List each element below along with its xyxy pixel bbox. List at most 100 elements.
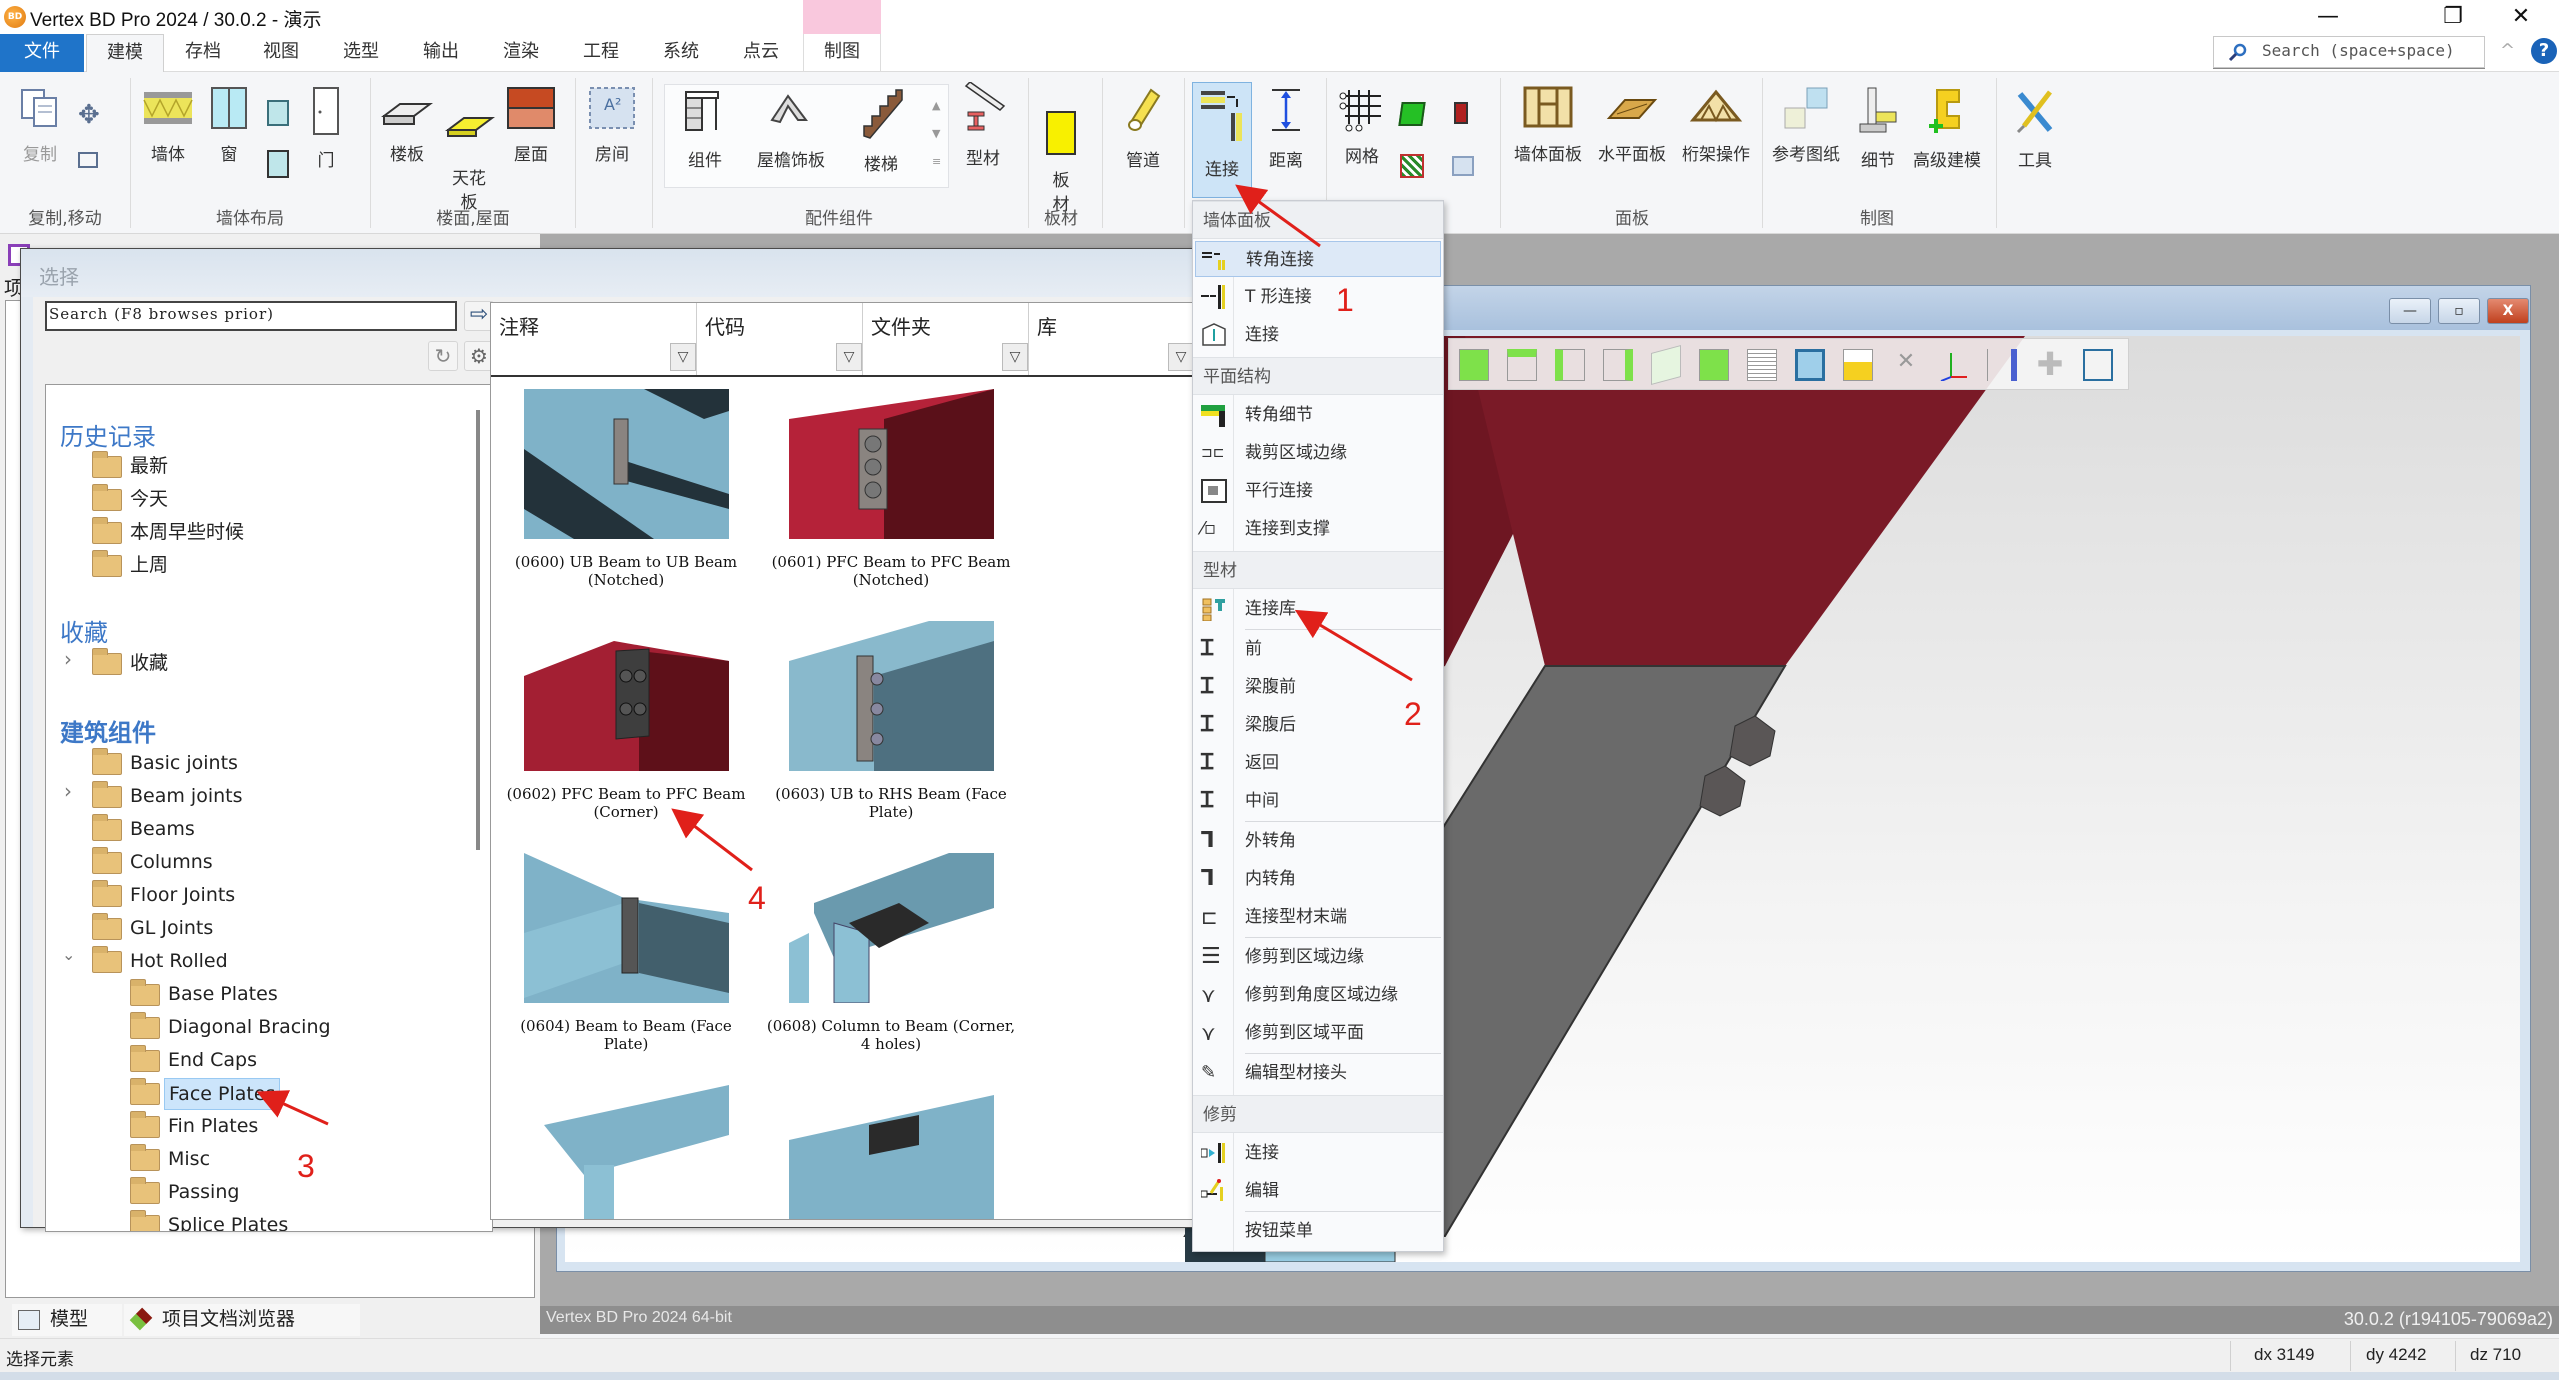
room-button[interactable]: A² 房间 xyxy=(584,86,640,167)
restore-button[interactable]: ❐ xyxy=(2415,0,2491,34)
menu-item-connection-library[interactable]: 连接库 xyxy=(1195,591,1441,627)
menu-item-t-joint[interactable]: T 形连接 xyxy=(1195,279,1441,315)
thumbnail-0601[interactable] xyxy=(789,389,994,539)
tab-point-cloud[interactable]: 点云 xyxy=(722,34,800,72)
wall-button[interactable]: 墙体 xyxy=(140,86,196,167)
hatch-area-icon[interactable] xyxy=(1400,154,1424,178)
gallery-scroll[interactable]: ▲ ▼ ≡ xyxy=(932,92,941,176)
view-left-icon[interactable] xyxy=(1555,349,1585,381)
tab-system[interactable]: 系统 xyxy=(642,34,720,72)
detail-button[interactable]: 细节 xyxy=(1846,86,1910,173)
tab-view[interactable]: 视图 xyxy=(242,34,320,72)
view-right-icon[interactable] xyxy=(1603,349,1633,381)
advanced-modeling-button[interactable]: 高级建模 xyxy=(1908,86,1986,173)
viewport-restore-button[interactable]: ▫ xyxy=(2438,298,2480,324)
menu-item-inner-corner[interactable]: ⅂ 内转角 xyxy=(1195,861,1441,897)
viewport-close-button[interactable]: X xyxy=(2487,298,2529,324)
ribbon-search-input[interactable]: Search (space+space) xyxy=(2213,36,2485,68)
tree-scrollbar[interactable] xyxy=(476,410,480,850)
view-solid-icon[interactable] xyxy=(1843,349,1873,381)
tab-modeling[interactable]: 建模 xyxy=(86,34,164,73)
wall-panel-button[interactable]: 墙体面板 xyxy=(1508,86,1588,167)
window-small-icon[interactable] xyxy=(267,100,289,126)
move-icon[interactable]: ✥ xyxy=(78,100,100,130)
reference-drawing-button[interactable]: 参考图纸 xyxy=(1768,86,1844,167)
roof-button[interactable]: 屋面 xyxy=(502,86,560,167)
column-header-note[interactable]: 注释 ▽ xyxy=(491,303,697,375)
building-icon[interactable] xyxy=(1454,102,1468,124)
menu-item-trim-edit[interactable]: 编辑 xyxy=(1195,1173,1441,1209)
chevron-right-icon[interactable]: › xyxy=(64,647,72,671)
tab-render[interactable]: 渲染 xyxy=(482,34,560,72)
tools-button[interactable]: 工具 xyxy=(2004,86,2066,173)
thumbnail-0603[interactable] xyxy=(789,621,994,771)
menu-item-trim-connect[interactable]: 连接 xyxy=(1195,1135,1441,1171)
menu-item-button-menu[interactable]: 按钮菜单 xyxy=(1195,1213,1441,1249)
truss-button[interactable]: 桁架操作 xyxy=(1676,86,1756,167)
column-header-folder[interactable]: 文件夹 ▽ xyxy=(863,303,1029,375)
component-button[interactable]: 组件 xyxy=(672,86,738,173)
view-export-icon[interactable] xyxy=(2083,349,2113,381)
close-button[interactable]: ✕ xyxy=(2483,0,2559,34)
view-top-icon[interactable] xyxy=(1507,349,1537,381)
filter-icon[interactable]: ▽ xyxy=(1002,343,1028,371)
help-icon[interactable]: ? xyxy=(2531,38,2557,64)
view-section-icon[interactable] xyxy=(1795,349,1825,381)
minimize-button[interactable]: — xyxy=(2290,0,2366,34)
thumbnail-partial[interactable] xyxy=(789,1085,994,1220)
thumbnail-partial[interactable] xyxy=(524,1085,729,1220)
window-button[interactable]: 窗 xyxy=(206,86,252,167)
menu-item-edit-profile-joint[interactable]: ✎ 编辑型材接头 xyxy=(1195,1055,1441,1091)
chevron-right-icon[interactable]: › xyxy=(64,779,72,803)
tab-drafting[interactable]: 制图 xyxy=(803,34,881,72)
menu-item-parallel-joint[interactable]: 平行连接 xyxy=(1195,473,1441,509)
thumbnail-0602[interactable] xyxy=(524,621,729,771)
menu-item-trim-to-angled-edge[interactable]: ⋎ 修剪到角度区域边缘 xyxy=(1195,977,1441,1013)
view-clear-icon[interactable]: ✕ xyxy=(1891,349,1921,381)
menu-item-trim-edge[interactable]: ⊐⊏ 裁剪区域边缘 xyxy=(1195,435,1441,471)
column-header-library[interactable]: 库 ▽ xyxy=(1029,303,1195,375)
terrain-icon[interactable] xyxy=(1398,102,1426,126)
profile-button[interactable]: 型材 xyxy=(952,81,1014,171)
menu-item-trim-to-edge[interactable]: ☰ 修剪到区域边缘 xyxy=(1195,939,1441,975)
collapse-ribbon-icon[interactable]: ^ xyxy=(2500,40,2515,61)
tab-archive[interactable]: 存档 xyxy=(164,34,242,72)
menu-item-profile-end[interactable]: ⊏ 连接型材末端 xyxy=(1195,899,1441,935)
view-list-icon[interactable] xyxy=(1747,349,1777,381)
floor-button[interactable]: 楼板 xyxy=(378,86,436,167)
tab-project[interactable]: 工程 xyxy=(562,34,640,72)
dialog-titlebar[interactable]: 选择 xyxy=(21,249,1199,297)
pipe-button[interactable]: 管道 xyxy=(1108,86,1178,173)
view-plane-icon[interactable] xyxy=(1987,349,2017,381)
view-add-icon[interactable]: ✚ xyxy=(2035,348,2065,381)
tab-output[interactable]: 输出 xyxy=(402,34,480,72)
cabinet-icon[interactable] xyxy=(267,150,289,178)
menu-item-connect-wall[interactable]: 连接 xyxy=(1195,317,1441,353)
view-iso-icon[interactable] xyxy=(1651,344,1681,386)
library-search-input[interactable]: Search (F8 browses prior) xyxy=(45,301,457,331)
view-front-icon[interactable] xyxy=(1459,349,1489,381)
grid-button[interactable]: 网格 xyxy=(1334,86,1390,169)
tab-project-browser[interactable]: 项目文档浏览器 xyxy=(124,1304,360,1336)
filter-icon[interactable]: ▽ xyxy=(670,343,696,371)
thumbnail-0608[interactable] xyxy=(789,853,994,1003)
axis-icon[interactable] xyxy=(1939,349,1969,381)
move-to-icon[interactable] xyxy=(78,152,98,168)
view-select-icon[interactable] xyxy=(1699,349,1729,381)
eave-trim-button[interactable]: 屋檐饰板 xyxy=(748,86,834,173)
menu-item-middle[interactable]: Ɪ 中间 xyxy=(1195,783,1441,819)
chevron-down-icon[interactable]: ⌄ xyxy=(62,945,75,964)
copy-button[interactable]: 复制 xyxy=(10,86,70,167)
thumbnail-0600[interactable] xyxy=(524,389,729,539)
filter-icon[interactable]: ▽ xyxy=(1168,343,1194,371)
column-header-code[interactable]: 代码 ▽ xyxy=(697,303,863,375)
menu-item-front[interactable]: Ɪ 前 xyxy=(1195,631,1441,667)
thumbnail-0604[interactable] xyxy=(524,853,729,1003)
door-button[interactable]: 门 xyxy=(306,86,346,173)
refresh-button[interactable]: ↻ xyxy=(428,341,458,371)
tab-selection[interactable]: 选型 xyxy=(322,34,400,72)
viewport-minimize-button[interactable]: — xyxy=(2389,298,2431,324)
menu-item-connect-to-brace[interactable]: ⁄▫ 连接到支撑 xyxy=(1195,511,1441,547)
region-icon[interactable] xyxy=(1452,156,1474,176)
horizontal-panel-button[interactable]: 水平面板 xyxy=(1592,86,1672,167)
